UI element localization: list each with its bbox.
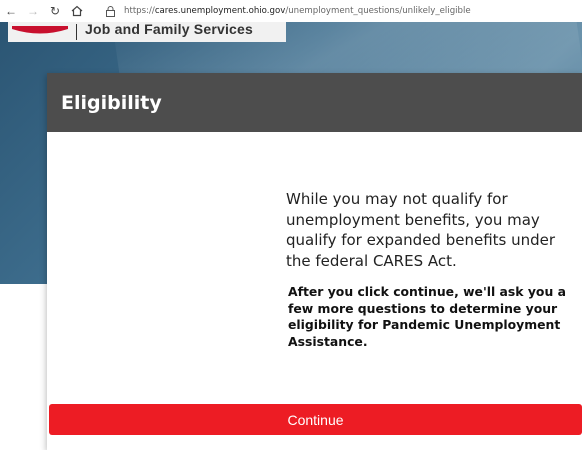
reload-icon[interactable]: ↻ <box>44 0 66 22</box>
logo-text: Job and Family Services <box>85 22 254 37</box>
dialog-title: Eligibility <box>61 91 162 114</box>
lock-icon <box>102 0 118 22</box>
url-path: /unemployment_questions/unlikely_eligibl… <box>285 6 471 16</box>
home-icon[interactable] <box>66 0 88 22</box>
continue-instruction: After you click continue, we'll ask you … <box>288 284 566 349</box>
forward-icon[interactable]: → <box>22 0 44 22</box>
agency-logo[interactable]: Job and Family Services <box>8 22 286 42</box>
url-host: cares.unemployment.ohio.gov <box>154 6 286 16</box>
dialog-header: Eligibility <box>47 73 582 132</box>
url-prefix: https:// <box>124 6 155 16</box>
dialog-body: While you may not qualify for unemployme… <box>286 189 576 350</box>
logo-divider <box>76 24 77 40</box>
address-bar[interactable]: https://cares.unemployment.ohio.gov/unem… <box>124 6 471 16</box>
ohio-logo-icon <box>12 26 68 34</box>
continue-button[interactable]: Continue <box>49 404 582 435</box>
eligibility-dialog: Eligibility While you may not qualify fo… <box>47 73 582 450</box>
eligibility-message: While you may not qualify for unemployme… <box>286 190 556 270</box>
back-icon[interactable]: ← <box>0 0 22 22</box>
browser-toolbar: ← → ↻ https://cares.unemployment.ohio.go… <box>0 0 582 22</box>
